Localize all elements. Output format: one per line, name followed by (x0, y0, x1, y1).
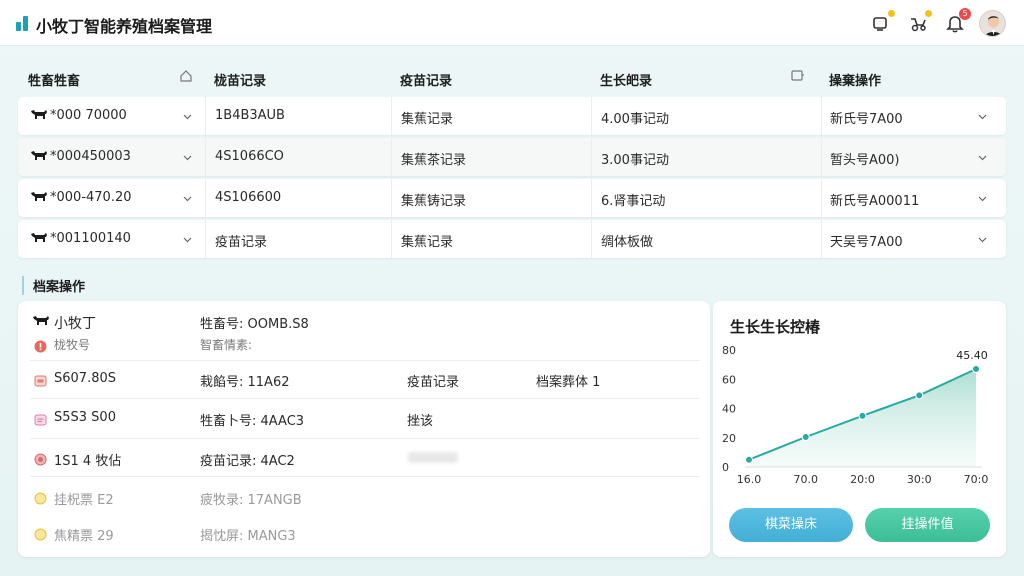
secondary-action-button[interactable]: 挂操件值 (865, 508, 990, 542)
device-icon[interactable] (870, 10, 895, 34)
y-tick-label: 60 (722, 373, 736, 386)
blurred-text (408, 452, 458, 463)
record-field: 挫该 (407, 414, 434, 429)
x-tick-label: 30:0 (907, 473, 932, 486)
table-cell: 4S1066CO (215, 149, 284, 164)
livestock-id: *001100140 (50, 231, 131, 246)
chevron-down-icon[interactable] (978, 151, 987, 161)
x-tick-label: 70.0 (794, 473, 819, 486)
chevron-down-icon[interactable] (183, 233, 192, 243)
app-title: 小牧丁智能养殖档案管理 (36, 17, 213, 36)
cow-icon (30, 190, 50, 205)
record-value: 焦精票 29 (54, 529, 114, 544)
table-cell: 天吴号7A00 (830, 235, 903, 250)
table-cell: 新氏号7A00 (830, 112, 903, 127)
sub-label: 栊牧号 (54, 338, 91, 352)
chevron-down-icon[interactable] (978, 192, 987, 202)
chevron-down-icon[interactable] (978, 233, 987, 243)
chevron-down-icon[interactable] (183, 151, 192, 161)
record-field: 栽餡号: 11A62 (200, 375, 290, 390)
record-field: 牲畜卜号: 4AAC3 (200, 414, 305, 429)
growth-chart: 0 20 40 60 80 16.0 70.0 20:0 30:0 70:0 45.40 (722, 344, 989, 486)
cow-icon (30, 149, 50, 164)
detail-name: 小牧丁 (54, 316, 96, 332)
home-icon[interactable] (179, 69, 193, 87)
tractor-icon[interactable] (907, 10, 932, 34)
x-tick-label: 70:0 (964, 473, 989, 486)
record-value: S5S3 S00 (54, 410, 116, 425)
table-cell: 4S106600 (215, 190, 282, 205)
avatar[interactable] (979, 10, 1006, 37)
record-value: S607.80S (54, 371, 116, 386)
data-point[interactable] (972, 365, 980, 374)
x-tick-label: 16.0 (737, 473, 762, 486)
column-header: 栊苗记录 (214, 74, 267, 89)
x-tick-label: 20:0 (850, 473, 875, 486)
table-cell: 集蕉记录 (401, 112, 454, 127)
table-cell: 绸体板做 (601, 235, 654, 250)
section-title: 档案操作 (22, 276, 85, 295)
data-point[interactable] (801, 433, 810, 442)
column-header: 牲畜牲畜 (28, 74, 81, 89)
y-tick-label: 0 (722, 461, 729, 474)
table-cell: 3.00事记动 (601, 153, 669, 168)
data-point[interactable] (915, 391, 924, 400)
star-icon (34, 526, 47, 541)
table-row[interactable]: *000450003 4S1066CO 集蕉茶记录 3.00事记动 暂头号A00… (18, 138, 1006, 176)
primary-action-button[interactable]: 棋菜操床 (729, 508, 853, 542)
calendar-icon (34, 372, 47, 387)
livestock-id: *000450003 (50, 149, 131, 164)
chart-title: 生长生长控椿 (730, 318, 821, 336)
bell-icon[interactable]: 5 (944, 8, 971, 34)
tag-icon (34, 411, 47, 426)
data-point[interactable] (858, 411, 867, 420)
livestock-id: *000 70000 (50, 108, 127, 123)
screen-icon[interactable] (791, 70, 805, 86)
detail-card: 小牧丁 牲畜号: OOMB.S8 栊牧号 智畜情素: (18, 301, 710, 557)
table-row[interactable]: *001100140 疫苗记录 集蕉记录 绸体板做 天吴号7A00 (18, 220, 1006, 258)
record-field: 疫苗记录 (407, 375, 460, 390)
chevron-down-icon[interactable] (183, 110, 192, 120)
record-value: 挂柷票 E2 (54, 493, 114, 508)
chart-point-label: 45.40 (956, 349, 988, 362)
record-field: 疫苗记录: 4AC2 (200, 454, 295, 469)
record-dot-icon (34, 451, 47, 466)
table-cell: 1B4B3AUB (215, 108, 285, 123)
table-cell: 6.肾事记动 (601, 194, 666, 209)
record-field[interactable]: 档案葬体 1 (536, 371, 600, 390)
column-header: 生长皅录 (600, 74, 653, 89)
column-header: 疫苗记录 (400, 74, 453, 89)
record-field: 揭忱屏: MANG3 (200, 529, 296, 544)
column-header: 操棄操作 (829, 74, 882, 89)
cow-icon (30, 231, 50, 246)
y-tick-label: 40 (722, 403, 736, 416)
chevron-down-icon[interactable] (183, 192, 192, 202)
livestock-number: 牲畜号: OOMB.S8 (200, 317, 309, 332)
alert-icon (34, 338, 47, 353)
data-point[interactable] (745, 455, 753, 464)
record-value: 1S1 4 牧佔 (54, 454, 122, 469)
table-cell: 新氏号A00011 (830, 194, 920, 209)
table-cell: 集蕉铸记录 (401, 194, 467, 209)
table-cell: 集蕉记录 (401, 235, 454, 250)
smart-info-label: 智畜情素: (200, 338, 253, 352)
table-header: 牲畜牲畜 栊苗记录 疫苗记录 生长皅录 操棄操作 (18, 62, 1006, 94)
top-bar: 小牧丁智能养殖档案管理 5 (0, 0, 1024, 46)
table-row[interactable]: *000 70000 1B4B3AUB 集蕉记录 4.00事记动 新氏号7A00 (18, 97, 1006, 135)
livestock-id: *000-470.20 (50, 190, 132, 205)
table-cell: 疫苗记录 (215, 235, 268, 250)
app-logo-icon (16, 15, 30, 31)
cow-icon (30, 108, 50, 123)
y-tick-label: 80 (722, 344, 736, 357)
cow-icon (32, 314, 52, 329)
star-icon (34, 490, 47, 505)
notification-badge: 5 (959, 8, 971, 20)
table-row[interactable]: *000-470.20 4S106600 集蕉铸记录 6.肾事记动 新氏号A00… (18, 179, 1006, 217)
table-cell: 4.00事记动 (601, 112, 669, 127)
record-field: 疲牧录: 17ANGB (200, 493, 302, 508)
table-cell: 暂头号A00) (830, 153, 900, 168)
chevron-down-icon[interactable] (978, 110, 987, 120)
table-cell: 集蕉茶记录 (401, 153, 467, 168)
y-tick-label: 20 (722, 432, 736, 445)
